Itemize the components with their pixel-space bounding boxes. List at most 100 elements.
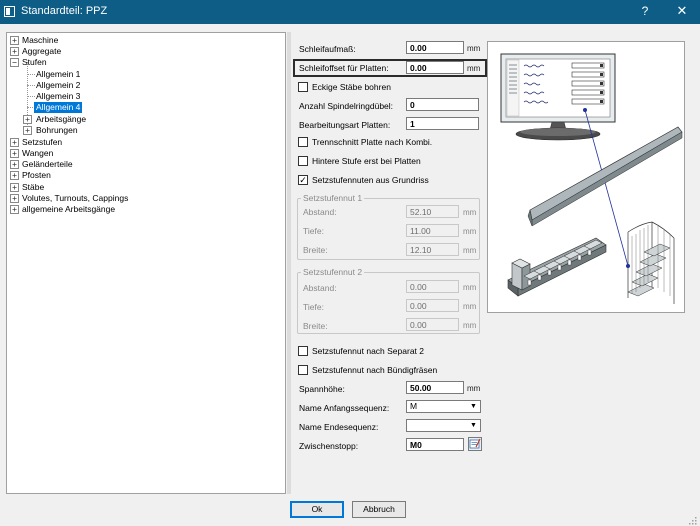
tree-item-allgemeine-arbeitsgaenge[interactable]: + allgemeine Arbeitsgänge	[7, 204, 277, 215]
tree-item-label: Volutes, Turnouts, Cappings	[22, 193, 129, 203]
tree-item-setzstufen[interactable]: + Setzstufen	[7, 137, 277, 148]
schleifoffset-label: Schleifoffset für Platten:	[299, 63, 389, 73]
tree-item-volutes[interactable]: + Volutes, Turnouts, Cappings	[7, 193, 277, 204]
nut1-abstand-input[interactable]	[406, 205, 459, 218]
dialog-button-bar: Ok Abbruch	[0, 494, 700, 526]
window-title: Standardteil: PPZ	[21, 5, 108, 17]
zwischenstopp-input[interactable]	[406, 438, 464, 451]
setzstufennuten-grundriss-label: Setzstufennuten aus Grundriss	[312, 175, 429, 185]
hintere-stufe-checkbox[interactable]	[298, 156, 308, 166]
expand-icon[interactable]: +	[10, 183, 19, 192]
tree-item-label: Geländerteile	[22, 159, 73, 169]
chevron-down-icon[interactable]: ▼	[468, 421, 479, 430]
tree-item-label: Bohrungen	[36, 125, 78, 135]
tree-item-staebe[interactable]: + Stäbe	[7, 182, 277, 193]
nut-separat2-checkbox[interactable]	[298, 346, 308, 356]
nut1-breite-label: Breite:	[303, 245, 328, 255]
nut2-breite-label: Breite:	[303, 321, 328, 331]
tree-item-label: Maschine	[22, 35, 59, 45]
tree-item-arbeitsgaenge[interactable]: + Arbeitsgänge	[7, 114, 277, 125]
nut1-breite-input[interactable]	[406, 243, 459, 256]
window-icon	[4, 6, 15, 17]
setzstufennut-1-title: Setzstufennut 1	[301, 193, 365, 203]
tree-item-pfosten[interactable]: + Pfosten	[7, 170, 277, 181]
tree-item-label: Stufen	[22, 57, 47, 67]
nut2-tiefe-unit: mm	[463, 302, 477, 311]
trennschnitt-label: Trennschnitt Platte nach Kombi.	[312, 137, 433, 147]
anfangssequenz-value: M	[410, 401, 418, 411]
tree-item-gelaenderteile[interactable]: + Geländerteile	[7, 159, 277, 170]
tree-item-label: Wangen	[22, 148, 54, 158]
nut2-tiefe-input[interactable]	[406, 299, 459, 312]
schleifaufmass-unit: mm	[467, 44, 481, 53]
nut2-breite-unit: mm	[463, 321, 477, 330]
nut2-abstand-input[interactable]	[406, 280, 459, 293]
nut1-abstand-label: Abstand:	[303, 207, 337, 217]
title-bar: Standardteil: PPZ ? ✕	[0, 0, 700, 24]
expand-icon[interactable]: +	[23, 115, 32, 124]
nut2-breite-input[interactable]	[406, 318, 459, 331]
anfangssequenz-select[interactable]: M ▼	[406, 400, 481, 413]
schleifoffset-input[interactable]	[406, 61, 464, 74]
spannhoehe-input[interactable]	[406, 381, 464, 394]
expand-icon[interactable]: +	[10, 47, 19, 56]
schleifaufmass-input[interactable]	[406, 41, 464, 54]
schleifaufmass-label: Schleifaufmaß:	[299, 44, 356, 54]
chevron-down-icon[interactable]: ▼	[468, 402, 479, 411]
expand-icon[interactable]: +	[10, 205, 19, 214]
resize-grip-icon[interactable]	[688, 516, 697, 525]
expand-icon[interactable]: +	[10, 138, 19, 147]
expand-icon[interactable]: +	[23, 126, 32, 135]
expand-icon[interactable]: +	[10, 171, 19, 180]
tree-item-label: allgemeine Arbeitsgänge	[22, 204, 116, 214]
expand-icon[interactable]: +	[10, 160, 19, 169]
tree-item-allgemein-4[interactable]: Allgemein 4	[7, 102, 277, 113]
expand-icon[interactable]: +	[10, 149, 19, 158]
spindelringduebel-label: Anzahl Spindelringdübel:	[299, 101, 394, 111]
tree-item-aggregate[interactable]: + Aggregate	[7, 46, 277, 57]
tree-item-wangen[interactable]: + Wangen	[7, 148, 277, 159]
collapse-icon[interactable]: −	[10, 58, 19, 67]
bearbeitungsart-label: Bearbeitungsart Platten:	[299, 120, 391, 130]
tree-item-label-selected: Allgemein 4	[34, 102, 83, 113]
zwischenstopp-label: Zwischenstopp:	[299, 441, 359, 451]
help-button[interactable]: ?	[638, 4, 652, 18]
cancel-button[interactable]: Abbruch	[352, 501, 406, 518]
hintere-stufe-label: Hintere Stufe erst bei Platten	[312, 156, 421, 166]
close-button[interactable]: ✕	[674, 3, 690, 19]
tree-item-allgemein-2[interactable]: Allgemein 2	[7, 80, 277, 91]
settings-tree[interactable]: + Maschine + Aggregate − Stufen Allgemei…	[6, 32, 286, 494]
schleifoffset-unit: mm	[467, 64, 481, 73]
eckige-staebe-label: Eckige Stäbe bohren	[312, 82, 391, 92]
nut-buendigfraesen-label: Setzstufennut nach Bündigfräsen	[312, 365, 438, 375]
spannhoehe-label: Spannhöhe:	[299, 384, 345, 394]
nut-separat2-label: Setzstufennut nach Separat 2	[312, 346, 424, 356]
nut-buendigfraesen-checkbox[interactable]	[298, 365, 308, 375]
tree-item-bohrungen[interactable]: + Bohrungen	[7, 125, 277, 136]
bearbeitungsart-input[interactable]	[406, 117, 479, 130]
edit-list-icon	[469, 438, 481, 449]
spannhoehe-unit: mm	[467, 384, 481, 393]
tree-item-label: Aggregate	[22, 46, 62, 56]
spindelringduebel-input[interactable]	[406, 98, 479, 111]
tree-item-label: Pfosten	[22, 170, 51, 180]
tree-item-allgemein-3[interactable]: Allgemein 3	[7, 91, 277, 102]
ok-button[interactable]: Ok	[290, 501, 344, 518]
edit-list-button[interactable]	[468, 437, 482, 451]
expand-icon[interactable]: +	[10, 36, 19, 45]
tree-item-stufen[interactable]: − Stufen	[7, 57, 277, 68]
endesequenz-select[interactable]: ▼	[406, 419, 481, 432]
nut1-abstand-unit: mm	[463, 208, 477, 217]
tree-item-allgemein-1[interactable]: Allgemein 1	[7, 69, 277, 80]
tree-item-label: Allgemein 3	[36, 91, 81, 101]
eckige-staebe-checkbox[interactable]	[298, 82, 308, 92]
trennschnitt-checkbox[interactable]	[298, 137, 308, 147]
anfangssequenz-label: Name Anfangssequenz:	[299, 403, 390, 413]
tree-item-label: Stäbe	[22, 182, 45, 192]
setzstufennuten-grundriss-checkbox[interactable]: ✓	[298, 175, 308, 185]
nut1-tiefe-input[interactable]	[406, 224, 459, 237]
tree-item-maschine[interactable]: + Maschine	[7, 35, 277, 46]
expand-icon[interactable]: +	[10, 194, 19, 203]
nut1-tiefe-unit: mm	[463, 227, 477, 236]
nut1-tiefe-label: Tiefe:	[303, 226, 324, 236]
